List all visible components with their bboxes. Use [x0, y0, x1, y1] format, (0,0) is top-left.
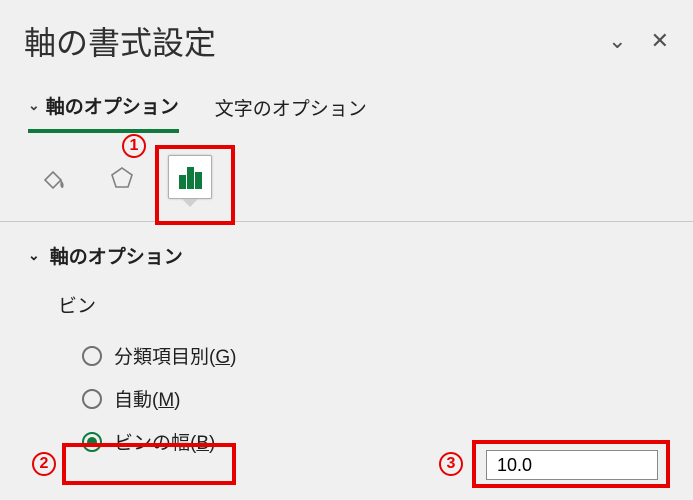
radio-icon[interactable] — [82, 389, 102, 409]
chevron-down-icon: ⌄ — [28, 247, 40, 264]
pane-header: 軸の書式設定 ⌄ ✕ — [24, 18, 669, 64]
annotation-box-2 — [62, 443, 236, 485]
chevron-down-icon: ⌄ — [28, 97, 40, 114]
annotation-number-1: 1 — [122, 134, 146, 158]
radio-label: 分類項目別(G) — [114, 342, 236, 369]
option-icon-row — [32, 155, 669, 199]
section-title: 軸のオプション — [50, 242, 183, 269]
effects-icon[interactable] — [100, 155, 144, 199]
radio-by-category[interactable]: 分類項目別(G) — [82, 342, 669, 369]
annotation-box-1 — [155, 145, 235, 225]
tab-axis-options[interactable]: ⌄ 軸のオプション — [28, 92, 179, 133]
radio-label: 自動(M) — [114, 385, 180, 412]
tab-text-options[interactable]: 文字のオプション — [215, 94, 367, 131]
tab-label: 軸のオプション — [46, 92, 179, 119]
divider — [0, 221, 693, 222]
axis-options-section: ⌄ 軸のオプション ビン 分類項目別(G) 自動(M) ビンの幅(B) — [28, 242, 669, 455]
fill-line-icon[interactable] — [32, 155, 76, 199]
radio-icon[interactable] — [82, 346, 102, 366]
section-header-axis-options[interactable]: ⌄ 軸のオプション — [28, 242, 669, 269]
bin-radio-group: 分類項目別(G) 自動(M) ビンの幅(B) — [82, 342, 669, 455]
collapse-icon[interactable]: ⌄ — [608, 28, 626, 54]
annotation-number-2: 2 — [32, 452, 56, 476]
header-controls: ⌄ ✕ — [608, 28, 669, 54]
annotation-number-3: 3 — [439, 452, 463, 476]
radio-automatic[interactable]: 自動(M) — [82, 385, 669, 412]
bin-label: ビン — [58, 291, 669, 318]
tab-bar: ⌄ 軸のオプション 文字のオプション — [28, 92, 669, 133]
tab-label: 文字のオプション — [215, 94, 367, 121]
close-icon[interactable]: ✕ — [651, 28, 669, 54]
annotation-box-3 — [472, 440, 670, 488]
pane-title: 軸の書式設定 — [24, 18, 216, 64]
